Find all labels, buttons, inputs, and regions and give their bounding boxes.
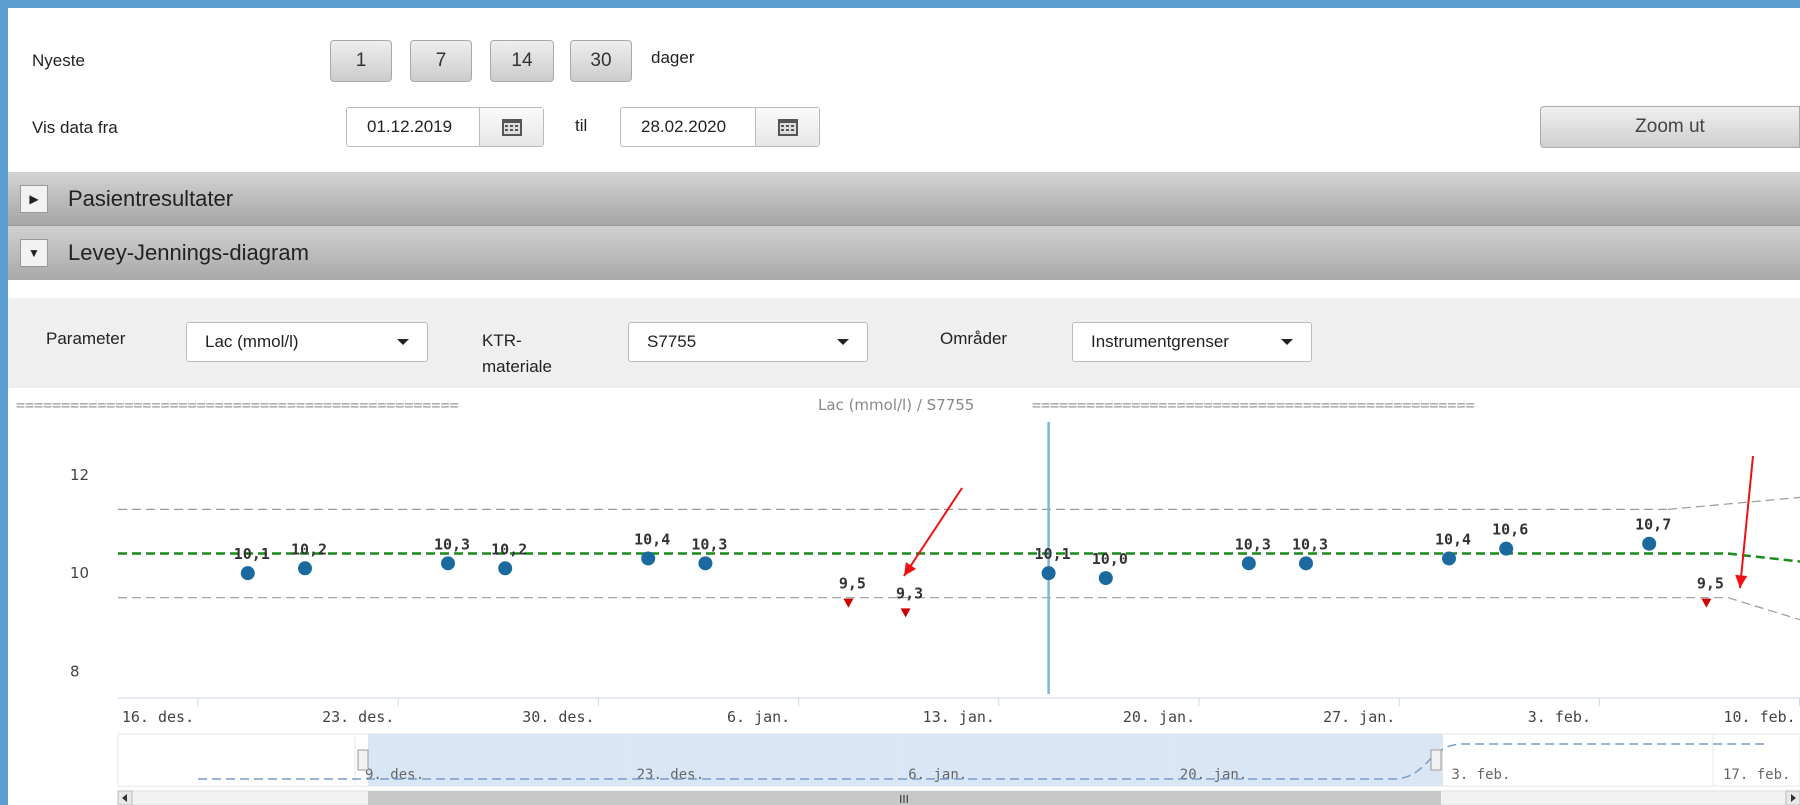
navigator-tick-label: 9. des. <box>365 767 424 783</box>
data-label: 10,7 <box>1635 516 1671 534</box>
x-tick-label: 6. jan. <box>727 708 790 726</box>
days-7-button[interactable]: 7 <box>410 40 472 82</box>
date-to-field[interactable]: 28.02.2020 <box>620 107 820 147</box>
data-label: 10,6 <box>1492 521 1528 539</box>
data-label: 10,3 <box>1292 535 1328 553</box>
y-tick-label: 12 <box>70 466 89 484</box>
x-tick-label: 16. des. <box>122 708 194 726</box>
data-point[interactable] <box>441 556 455 571</box>
data-point[interactable] <box>498 561 513 576</box>
data-label: 10,1 <box>1035 545 1071 563</box>
x-tick-label: 3. feb. <box>1528 708 1591 726</box>
data-point[interactable] <box>240 566 255 581</box>
ranges-label: Områder <box>940 329 1008 348</box>
navigator-tick-label: 6. jan. <box>908 767 967 783</box>
data-label: 9,5 <box>839 575 866 593</box>
x-tick-label: 10. feb. <box>1723 708 1795 726</box>
patient-results-title: Pasientresultater <box>68 185 234 211</box>
data-point[interactable] <box>1299 556 1313 571</box>
data-label: 10,3 <box>434 535 470 553</box>
data-label: 10,1 <box>234 545 270 563</box>
ktr-material-select[interactable]: S7755 <box>628 322 868 362</box>
ktr-material-select-value: S7755 <box>647 332 697 351</box>
parameter-label: Parameter <box>46 329 126 348</box>
chevron-down-icon <box>1281 339 1293 345</box>
navigator-handle[interactable] <box>357 749 369 771</box>
collapse-down-icon[interactable]: ▼ <box>20 239 48 267</box>
data-point[interactable] <box>1041 566 1056 581</box>
parameter-select-value: Lac (mmol/l) <box>205 332 299 351</box>
navigator-handle[interactable] <box>1430 749 1442 771</box>
data-point[interactable] <box>698 556 713 571</box>
data-label: 9,3 <box>896 584 923 602</box>
navigator-tick-label: 23. des. <box>637 767 704 783</box>
data-point[interactable] <box>1098 571 1113 586</box>
days-unit-label: dager <box>651 48 695 67</box>
data-label: 10,0 <box>1092 550 1128 568</box>
navigator-selection[interactable] <box>368 734 1443 786</box>
levey-jennings-chart[interactable]: ========================================… <box>8 388 1800 805</box>
data-point[interactable] <box>1442 551 1456 566</box>
zoom-out-button[interactable]: Zoom ut <box>1540 106 1800 148</box>
data-point[interactable] <box>641 551 656 566</box>
data-label: 9,5 <box>1697 575 1724 593</box>
newest-label: Nyeste <box>32 51 85 70</box>
navigator-tick-label: 3. feb. <box>1451 767 1510 783</box>
date-from-value[interactable]: 01.12.2019 <box>347 108 479 146</box>
data-label: 10,3 <box>691 535 727 553</box>
data-label: 10,4 <box>1435 530 1471 548</box>
filter-bar: Parameter Lac (mmol/l) KTR-materiale S77… <box>8 298 1800 388</box>
data-point[interactable] <box>1241 556 1256 571</box>
x-tick-label: 20. jan. <box>1123 708 1195 726</box>
show-from-label: Vis data fra <box>32 118 118 137</box>
navigator-tick-label: 20. jan. <box>1180 767 1247 783</box>
x-tick-label: 30. des. <box>522 708 594 726</box>
calendar-icon[interactable] <box>479 108 543 146</box>
ktr-material-label: KTR-materiale <box>482 328 552 380</box>
x-tick-label: 23. des. <box>322 708 394 726</box>
scrollbar-grip-icon: III <box>899 793 909 805</box>
days-1-button[interactable]: 1 <box>330 40 392 82</box>
app-window: Nyeste 1 7 14 30 dager Vis data fra 01.1… <box>8 8 1800 805</box>
ktr-label-line2: materiale <box>482 357 552 376</box>
chart-title-decor-left: ========================================… <box>16 396 459 414</box>
patient-results-section-header[interactable]: ▶ Pasientresultater <box>8 172 1800 226</box>
data-point[interactable] <box>1499 541 1514 556</box>
data-label: 10,3 <box>1235 535 1271 553</box>
ranges-select[interactable]: Instrumentgrenser <box>1072 322 1312 362</box>
ktr-label-line1: KTR- <box>482 331 522 350</box>
chart-title-decor-right: ========================================… <box>1032 396 1475 414</box>
date-from-field[interactable]: 01.12.2019 <box>346 107 544 147</box>
data-label: 10,4 <box>634 530 670 548</box>
date-to-value[interactable]: 28.02.2020 <box>621 108 755 146</box>
days-14-button[interactable]: 14 <box>490 40 554 82</box>
data-label: 10,2 <box>491 540 527 558</box>
chevron-down-icon <box>837 339 849 345</box>
til-label: til <box>575 116 588 135</box>
chart-title: Lac (mmol/l) / S7755 <box>818 396 974 414</box>
ranges-select-value: Instrumentgrenser <box>1091 332 1229 351</box>
parameter-select[interactable]: Lac (mmol/l) <box>186 322 428 362</box>
calendar-icon[interactable] <box>755 108 819 146</box>
levey-jennings-section-header[interactable]: ▼ Levey-Jennings-diagram <box>8 226 1800 280</box>
y-tick-label: 10 <box>70 564 89 582</box>
data-point[interactable] <box>1642 536 1657 551</box>
navigator-tick-label: 17. feb. <box>1723 767 1790 783</box>
expand-right-icon[interactable]: ▶ <box>20 184 48 213</box>
data-label: 10,2 <box>291 540 327 558</box>
levey-jennings-title: Levey-Jennings-diagram <box>68 240 309 265</box>
x-tick-label: 27. jan. <box>1323 708 1395 726</box>
x-tick-label: 13. jan. <box>923 708 995 726</box>
days-30-button[interactable]: 30 <box>570 40 632 82</box>
chevron-down-icon <box>397 339 409 345</box>
y-tick-label: 8 <box>70 662 80 680</box>
data-point[interactable] <box>298 561 312 576</box>
